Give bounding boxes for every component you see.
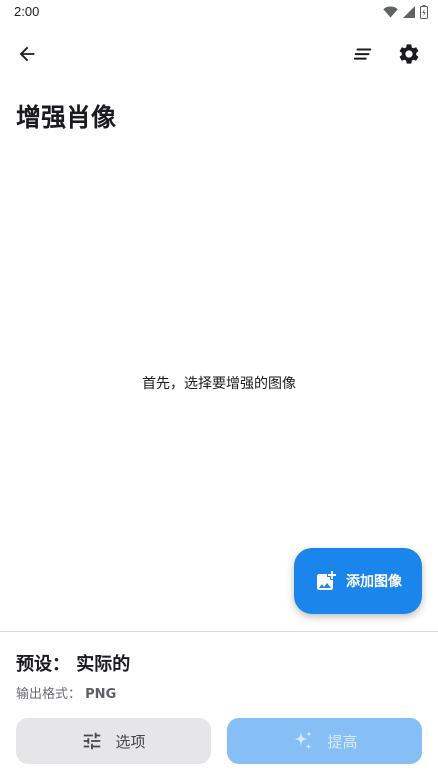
- status-time: 2:00: [14, 4, 40, 19]
- status-bar: 2:00: [0, 0, 438, 24]
- add-image-label: 添加图像: [346, 574, 402, 590]
- divider: [0, 631, 438, 632]
- add-photo-icon: [317, 571, 336, 590]
- add-image-button[interactable]: 添加图像: [294, 548, 422, 614]
- list-icon: [353, 48, 372, 60]
- sparkle-icon: [294, 731, 313, 750]
- sliders-icon: [84, 732, 101, 750]
- output-format-value: PNG: [85, 687, 117, 702]
- enhance-label: 提高: [327, 732, 358, 751]
- cell-signal-icon: [403, 6, 415, 18]
- options-label: 选项: [115, 732, 146, 751]
- wifi-icon: [383, 6, 398, 18]
- enhance-button[interactable]: 提高: [227, 718, 422, 764]
- output-format-label: 输出格式：: [16, 687, 82, 702]
- empty-state-hint: 首先，选择要增强的图像: [142, 376, 296, 392]
- battery-icon: [420, 5, 428, 19]
- preset-label: 预设： 实际的: [16, 654, 131, 675]
- output-format: 输出格式： PNG: [16, 683, 116, 702]
- settings-button[interactable]: [389, 34, 429, 74]
- list-button[interactable]: [343, 34, 383, 74]
- options-button[interactable]: 选项: [16, 718, 211, 764]
- page-title: 增强肖像: [16, 103, 117, 132]
- status-icons: [383, 5, 428, 19]
- back-arrow-icon: [19, 46, 35, 62]
- app-bar: [0, 34, 438, 74]
- gear-icon: [399, 44, 419, 64]
- back-button[interactable]: [7, 34, 47, 74]
